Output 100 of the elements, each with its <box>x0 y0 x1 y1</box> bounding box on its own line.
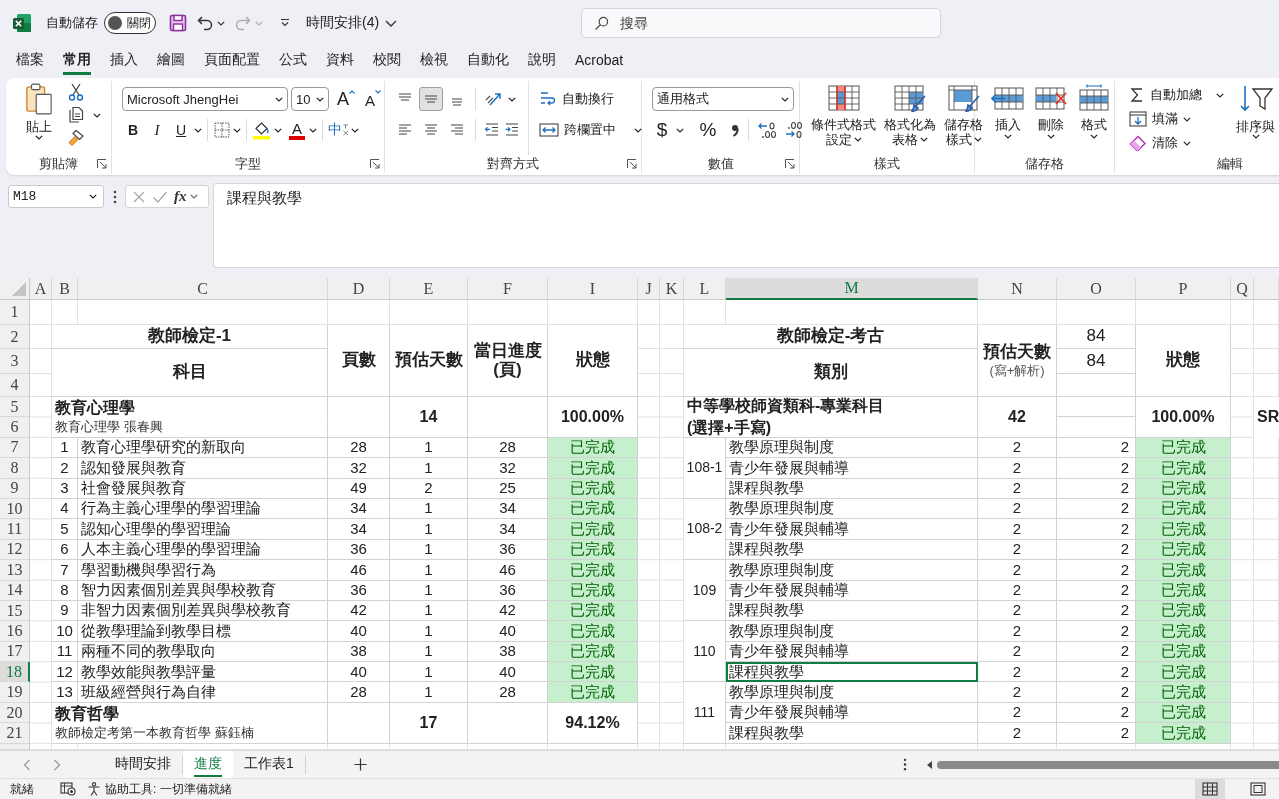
font-size-dropdown[interactable]: 10 <box>291 87 329 111</box>
row-header[interactable]: 7 <box>0 437 30 459</box>
ribbon-tab[interactable]: 檔案 <box>16 47 44 75</box>
row-header[interactable]: 17 <box>0 641 30 663</box>
formula-field[interactable]: 課程與教學 <box>213 183 1279 268</box>
table-cell[interactable]: 課程與教學 <box>726 600 978 622</box>
row-header[interactable]: 18 <box>0 662 30 683</box>
column-header[interactable]: B <box>52 278 78 300</box>
column-header[interactable]: F <box>468 278 548 300</box>
row-header[interactable]: 11 <box>0 519 30 540</box>
column-header[interactable]: J <box>638 278 660 300</box>
cells-button[interactable]: 插入 <box>987 84 1029 155</box>
accessibility-icon[interactable] <box>87 782 101 796</box>
ribbon-tab[interactable]: 公式 <box>279 47 307 75</box>
table-cell[interactable]: 教學原理與制度 <box>726 621 978 642</box>
increase-indent-icon[interactable] <box>504 122 520 138</box>
recording-icon[interactable] <box>60 782 76 796</box>
underline-button[interactable]: U <box>170 118 192 142</box>
chevron-down-icon[interactable] <box>385 19 398 27</box>
column-header[interactable]: M <box>726 278 978 300</box>
row-header[interactable]: 21 <box>0 723 30 744</box>
table-cell[interactable]: 青少年發展與輔導 <box>726 458 978 479</box>
comma-style-icon[interactable] <box>730 122 740 138</box>
phonetic-guide-button[interactable]: 中 <box>328 118 349 142</box>
decrease-indent-icon[interactable] <box>484 122 500 138</box>
dialog-launcher-icon[interactable] <box>370 159 380 169</box>
ribbon-tab[interactable]: 頁面配置 <box>204 47 260 75</box>
font-name-dropdown[interactable]: Microsoft JhengHei <box>122 87 288 111</box>
table-cell[interactable]: 教學原理與制度 <box>726 560 978 581</box>
table-cell[interactable]: 教學原理與制度 <box>726 437 978 459</box>
plus-icon[interactable] <box>353 758 367 771</box>
shrink-font-button[interactable]: A <box>363 87 383 111</box>
row-header[interactable]: 14 <box>0 580 30 601</box>
row-header[interactable]: 12 <box>0 539 30 561</box>
row-header[interactable]: 1 <box>0 300 30 325</box>
row-header[interactable]: 5 <box>0 397 30 418</box>
ribbon-tab[interactable]: Acrobat <box>575 48 624 74</box>
table-cell[interactable]: 青少年發展與輔導 <box>726 580 978 601</box>
ribbon-tab[interactable]: 插入 <box>110 47 138 75</box>
paintbrush-icon[interactable] <box>67 129 85 147</box>
styles-button[interactable]: 儲存格 樣式 <box>941 84 986 155</box>
column-header[interactable]: I <box>548 278 638 300</box>
row-header[interactable]: 9 <box>0 478 30 499</box>
row-header[interactable]: 8 <box>0 458 30 479</box>
table-cell[interactable]: 課程與教學 <box>726 478 978 499</box>
merge-center-button[interactable]: 跨欄置中 <box>539 118 616 142</box>
paste-button[interactable]: 貼上 <box>22 81 56 155</box>
grow-font-button[interactable]: A <box>336 87 356 111</box>
number-format-dropdown[interactable]: 通用格式 <box>652 87 794 111</box>
table-cell[interactable]: 課程與教學 <box>726 723 978 744</box>
table-cell[interactable]: 課程與教學 <box>726 662 978 683</box>
clear-button[interactable]: 清除 <box>1129 131 1191 155</box>
table-cell[interactable]: 課程與教學 <box>726 539 978 561</box>
dialog-launcher-icon[interactable] <box>97 159 107 169</box>
wrap-text-button[interactable]: 自動換行 <box>539 87 614 111</box>
row-header[interactable]: 15 <box>0 600 30 622</box>
ribbon-tab[interactable]: 繪圖 <box>157 47 185 75</box>
scissors-icon[interactable] <box>67 83 85 101</box>
row-header[interactable]: 20 <box>0 702 30 724</box>
bold-button[interactable]: B <box>122 118 144 142</box>
ribbon-tab[interactable]: 檢視 <box>420 47 448 75</box>
row-header[interactable]: 3 <box>0 349 30 374</box>
ribbon-tab[interactable]: 說明 <box>528 47 556 75</box>
row-header[interactable]: 6 <box>0 417 30 438</box>
column-header[interactable]: E <box>390 278 468 300</box>
row-header[interactable]: 4 <box>0 374 30 397</box>
autosave-toggle[interactable]: 關閉 <box>104 12 156 34</box>
styles-button[interactable]: 格式化為 表格 <box>881 84 939 155</box>
row-header[interactable]: 16 <box>0 621 30 642</box>
decrease-decimal-icon[interactable] <box>783 121 805 139</box>
text-orientation-icon[interactable] <box>484 91 504 107</box>
dialog-launcher-icon[interactable] <box>785 159 795 169</box>
customize-toolbar-icon[interactable] <box>280 18 290 28</box>
column-header[interactable]: K <box>660 278 684 300</box>
table-cell[interactable]: 教學原理與制度 <box>726 498 978 520</box>
cells-button[interactable]: 格式 <box>1073 84 1115 155</box>
styles-button[interactable]: 條件式格式 設定 <box>808 84 879 155</box>
document-title[interactable]: 時間安排(4) <box>306 14 380 32</box>
name-box[interactable]: M18 <box>8 185 104 208</box>
font-color-button[interactable]: A <box>287 118 307 142</box>
column-header[interactable]: O <box>1057 278 1136 300</box>
sort-filter-button[interactable]: 排序與 <box>1233 81 1278 155</box>
percent-button[interactable]: % <box>698 118 718 142</box>
autosum-button[interactable]: 自動加總 <box>1129 83 1202 107</box>
dialog-launcher-icon[interactable] <box>627 159 637 169</box>
row-header[interactable]: 2 <box>0 325 30 349</box>
row-header[interactable]: 19 <box>0 682 30 703</box>
more-options-icon[interactable] <box>903 758 907 771</box>
ribbon-tab[interactable]: 資料 <box>326 47 354 75</box>
column-header[interactable]: D <box>328 278 390 300</box>
column-header[interactable]: L <box>684 278 726 300</box>
search-field[interactable]: 搜尋 <box>581 8 942 38</box>
italic-button[interactable]: I <box>146 118 168 142</box>
horizontal-scrollbar[interactable] <box>925 758 1279 771</box>
column-header[interactable]: Q <box>1231 278 1254 300</box>
insert-function-button[interactable]: fx <box>174 188 187 205</box>
cells-button[interactable]: 刪除 <box>1030 84 1072 155</box>
currency-button[interactable]: $ <box>652 118 672 142</box>
ribbon-tab[interactable]: 校閱 <box>373 47 401 75</box>
sheet-tab[interactable]: 工作表1 <box>233 755 306 774</box>
